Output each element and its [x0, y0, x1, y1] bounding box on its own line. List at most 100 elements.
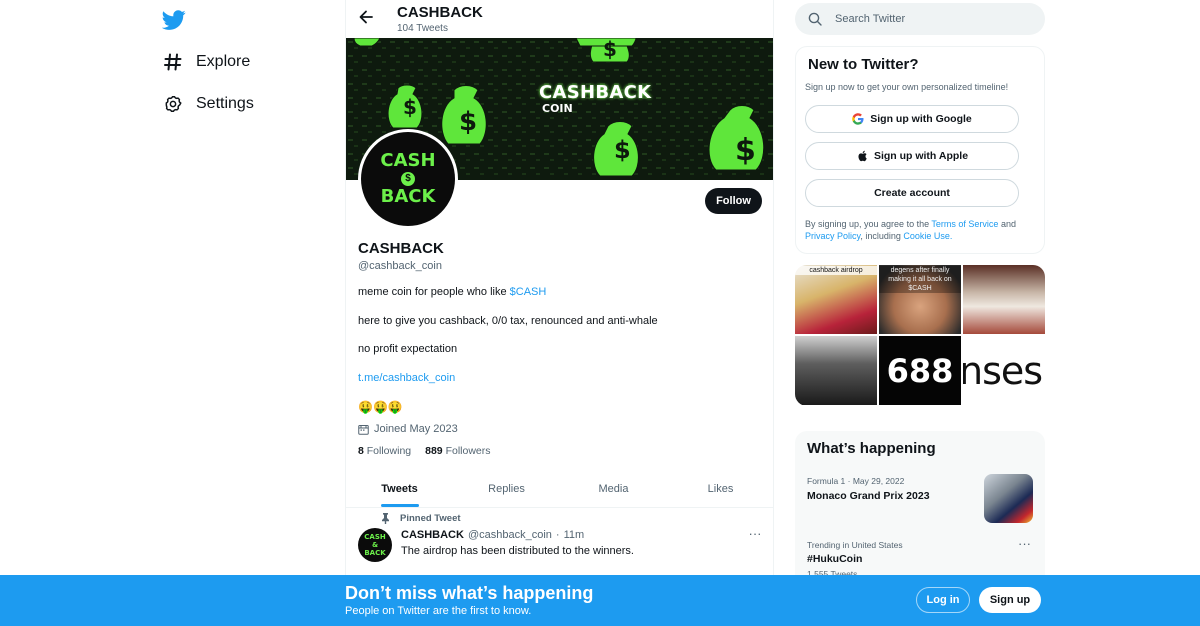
- followers-link[interactable]: 889 Followers: [425, 445, 490, 457]
- profile-tabs: Tweets Replies Media Likes: [346, 470, 773, 508]
- follow-stats: 8 Following 889 Followers: [358, 445, 491, 457]
- hashtag-icon: [162, 51, 184, 73]
- more-horizontal-icon[interactable]: ···: [1018, 537, 1031, 550]
- signup-banner: Don’t miss what’s happening People on Tw…: [0, 575, 1200, 626]
- media-thumbnail[interactable]: [963, 265, 1045, 334]
- media-text: 688: [886, 351, 954, 390]
- profile-avatar[interactable]: CASH $ BACK: [358, 129, 458, 229]
- profile-handle: @cashback_coin: [358, 260, 442, 272]
- tab-tweets[interactable]: Tweets: [346, 470, 453, 507]
- signup-banner-title: Don’t miss what’s happening: [345, 583, 594, 603]
- pinned-label-text: Pinned Tweet: [400, 513, 461, 524]
- followers-count: 889: [425, 445, 443, 457]
- cookie-use-link[interactable]: Cookie Use.: [903, 231, 952, 241]
- back-button[interactable]: [354, 7, 378, 31]
- trend-thumbnail[interactable]: [984, 474, 1033, 523]
- media-thumbnail[interactable]: [795, 336, 877, 405]
- terms-and: and: [998, 219, 1016, 229]
- search-placeholder: Search Twitter: [835, 13, 906, 25]
- nav-label-settings: Settings: [196, 95, 254, 112]
- trend-name: Monaco Grand Prix 2023: [807, 490, 930, 502]
- tweet-separator: ·: [555, 529, 560, 541]
- terms-of-service-link[interactable]: Terms of Service: [931, 219, 998, 229]
- bio-emojis: 🤑🤑🤑: [358, 400, 403, 414]
- privacy-policy-link[interactable]: Privacy Policy: [805, 231, 860, 241]
- following-link[interactable]: 8 Following: [358, 445, 411, 457]
- nav-item-explore[interactable]: Explore: [162, 42, 250, 82]
- google-signup-button[interactable]: Sign up with Google: [805, 105, 1019, 133]
- join-date: Joined May 2023: [358, 423, 458, 435]
- more-horizontal-icon[interactable]: ···: [746, 527, 764, 543]
- left-navigation: Explore Settings: [150, 0, 345, 626]
- followers-label: Followers: [445, 445, 491, 457]
- apple-signup-button[interactable]: Sign up with Apple: [805, 142, 1019, 170]
- media-thumbnail[interactable]: degens after finally making it all back …: [879, 265, 961, 334]
- tab-replies[interactable]: Replies: [453, 470, 560, 507]
- search-icon: [808, 12, 822, 26]
- tab-media[interactable]: Media: [560, 470, 667, 507]
- profile-name: CASHBACK: [358, 240, 444, 257]
- profile-media-grid: cashback airdrop degens after finally ma…: [795, 265, 1045, 406]
- svg-text:$: $: [459, 107, 477, 137]
- avatar-text-bottom: BACK: [380, 186, 436, 207]
- svg-text:$: $: [735, 133, 756, 168]
- media-caption: cashback airdrop: [795, 266, 877, 275]
- gear-icon: [162, 93, 184, 115]
- login-button[interactable]: Log in: [916, 587, 970, 613]
- profile-topbar: CASHBACK 104 Tweets: [346, 0, 773, 38]
- svg-text:$: $: [614, 136, 631, 164]
- telegram-link[interactable]: t.me/cashback_coin: [358, 372, 455, 384]
- media-thumbnail[interactable]: nses: [963, 336, 1045, 405]
- signup-button[interactable]: Sign up: [979, 587, 1041, 613]
- create-account-label: Create account: [874, 187, 950, 199]
- calendar-icon: [358, 424, 369, 435]
- following-label: Following: [366, 445, 412, 457]
- google-g-icon: [852, 113, 864, 125]
- pin-icon: [381, 513, 390, 524]
- nav-item-settings[interactable]: Settings: [162, 84, 254, 124]
- profile-column: CASHBACK 104 Tweets $ $ $ $ $ CASHBACK C…: [345, 0, 774, 626]
- tweet-handle[interactable]: @cashback_coin: [468, 529, 552, 541]
- tweet-count: 104 Tweets: [397, 23, 448, 34]
- tweet-text: The airdrop has been distributed to the …: [401, 545, 634, 557]
- twitter-bird-icon[interactable]: [161, 8, 186, 32]
- signup-banner-subtitle: People on Twitter are the first to know.: [345, 605, 532, 617]
- tweet-avatar-line1: CASH: [364, 533, 386, 541]
- tweet-time[interactable]: 11m: [564, 529, 585, 541]
- media-thumbnail[interactable]: cashback airdrop: [795, 265, 877, 334]
- avatar-text-top: CASH: [380, 150, 436, 171]
- join-date-text: Joined May 2023: [374, 423, 458, 435]
- bio-text: meme coin for people who like: [358, 286, 510, 298]
- signup-subtitle: Sign up now to get your own personalized…: [805, 82, 1009, 92]
- pinned-label: Pinned Tweet: [381, 513, 461, 524]
- tweet-avatar-line2: &: [371, 541, 379, 549]
- signup-terms: By signing up, you agree to the Terms of…: [805, 218, 1035, 242]
- terms-including: , including: [860, 231, 904, 241]
- trend-meta: Trending in United States: [807, 540, 903, 550]
- create-account-button[interactable]: Create account: [805, 179, 1019, 207]
- page-title: CASHBACK: [397, 4, 483, 21]
- banner-subtitle: COIN: [542, 102, 573, 115]
- following-count: 8: [358, 445, 364, 457]
- signup-card: New to Twitter? Sign up now to get your …: [795, 46, 1045, 254]
- signup-title: New to Twitter?: [808, 56, 919, 73]
- apple-signup-label: Sign up with Apple: [873, 150, 969, 162]
- svg-text:$: $: [403, 95, 417, 119]
- cashtag-link[interactable]: $CASH: [510, 286, 547, 298]
- follow-button[interactable]: Follow: [705, 188, 762, 214]
- terms-prefix: By signing up, you agree to the: [805, 219, 932, 229]
- bio-line-1: meme coin for people who like $CASH: [358, 286, 546, 298]
- tab-likes[interactable]: Likes: [667, 470, 773, 507]
- banner-title: CASHBACK: [539, 82, 652, 103]
- media-thumbnail[interactable]: 688: [879, 336, 961, 405]
- tweet-avatar[interactable]: CASH & BACK: [358, 528, 392, 562]
- tweet-header: CASHBACK @cashback_coin · 11m: [401, 529, 584, 541]
- media-text: nses: [963, 348, 1043, 393]
- google-signup-label: Sign up with Google: [870, 113, 972, 125]
- tweet-author[interactable]: CASHBACK: [401, 529, 464, 541]
- bio-line-3: no profit expectation: [358, 343, 458, 355]
- search-input[interactable]: Search Twitter: [795, 3, 1045, 35]
- bio-line-2: here to give you cashback, 0/0 tax, reno…: [358, 315, 658, 327]
- apple-icon: [856, 150, 868, 162]
- nav-label-explore: Explore: [196, 53, 251, 70]
